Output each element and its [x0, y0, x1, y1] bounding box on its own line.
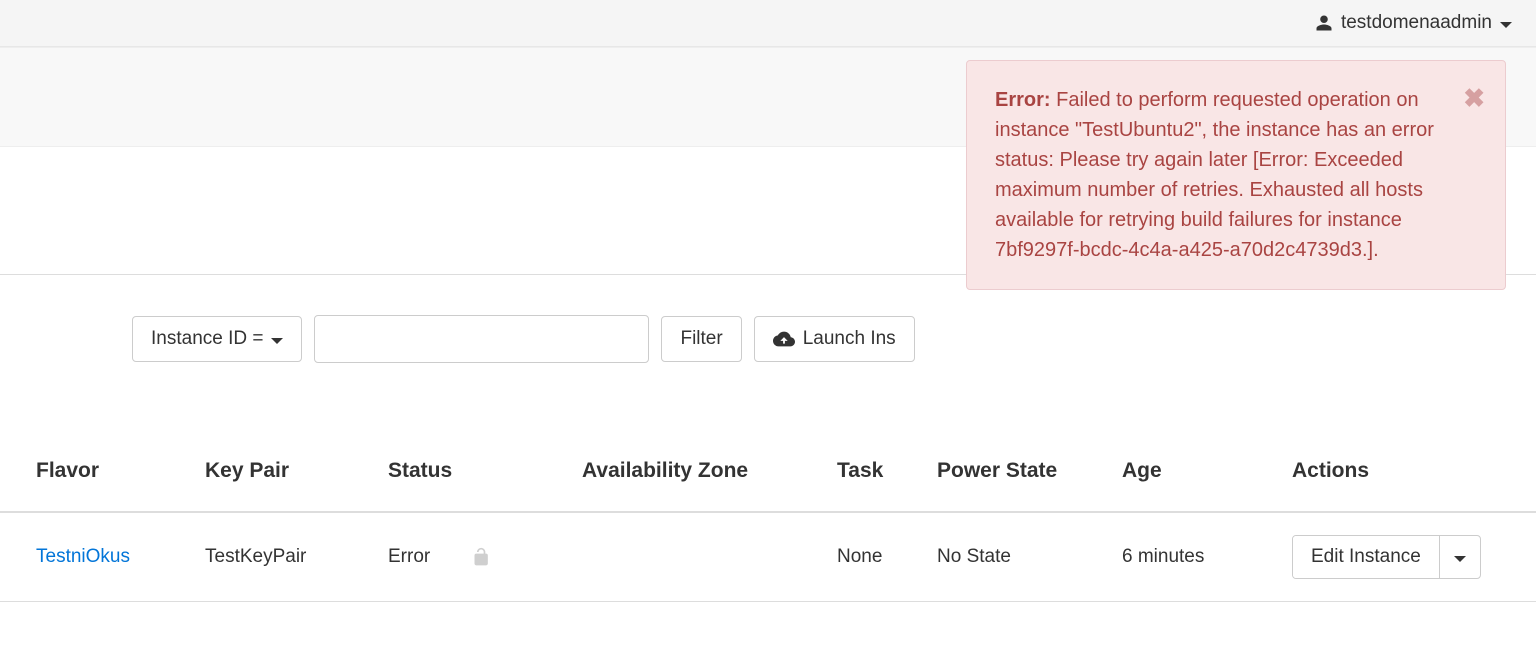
cell-status: Error	[388, 512, 582, 602]
top-header: testdomenaadmin	[0, 0, 1536, 47]
chevron-down-icon	[1500, 22, 1512, 28]
user-icon	[1315, 14, 1333, 32]
filter-button-label: Filter	[680, 328, 722, 350]
row-actions-dropdown[interactable]	[1439, 536, 1480, 578]
col-age[interactable]: Age	[1122, 459, 1292, 512]
edit-instance-button[interactable]: Edit Instance	[1293, 536, 1439, 578]
filter-button[interactable]: Filter	[661, 316, 741, 362]
launch-button-label: Launch Ins	[803, 328, 896, 350]
col-az[interactable]: Availability Zone	[582, 459, 837, 512]
alert-label: Error:	[995, 89, 1051, 111]
alert-message: Failed to perform requested operation on…	[995, 89, 1434, 261]
edit-instance-label: Edit Instance	[1311, 546, 1421, 568]
launch-instance-button[interactable]: Launch Ins	[754, 316, 915, 362]
instances-table-wrap: Flavor Key Pair Status Availability Zone…	[0, 459, 1536, 602]
cell-power: No State	[937, 512, 1122, 602]
unlock-icon	[472, 547, 492, 567]
col-keypair[interactable]: Key Pair	[205, 459, 388, 512]
col-flavor[interactable]: Flavor	[0, 459, 205, 512]
table-row: TestniOkus TestKeyPair Error None No Sta…	[0, 512, 1536, 602]
filter-field-label: Instance ID =	[151, 328, 263, 350]
username-label: testdomenaadmin	[1341, 12, 1492, 34]
chevron-down-icon	[1454, 556, 1466, 562]
user-menu[interactable]: testdomenaadmin	[1315, 12, 1512, 34]
cell-age: 6 minutes	[1122, 512, 1292, 602]
cell-az	[582, 512, 837, 602]
instances-table: Flavor Key Pair Status Availability Zone…	[0, 459, 1536, 602]
cell-task: None	[837, 512, 937, 602]
close-icon[interactable]: ✖	[1463, 79, 1485, 118]
error-alert: ✖ Error: Failed to perform requested ope…	[966, 60, 1506, 290]
cell-keypair: TestKeyPair	[205, 512, 388, 602]
table-header-row: Flavor Key Pair Status Availability Zone…	[0, 459, 1536, 512]
filter-value-input[interactable]	[314, 315, 649, 363]
col-actions: Actions	[1292, 459, 1536, 512]
cloud-upload-icon	[773, 330, 795, 348]
flavor-link[interactable]: TestniOkus	[36, 546, 130, 567]
col-task[interactable]: Task	[837, 459, 937, 512]
col-status[interactable]: Status	[388, 459, 582, 512]
cell-actions: Edit Instance	[1292, 512, 1536, 602]
row-actions-group: Edit Instance	[1292, 535, 1481, 579]
filter-field-dropdown[interactable]: Instance ID =	[132, 316, 302, 362]
col-power[interactable]: Power State	[937, 459, 1122, 512]
status-text: Error	[388, 546, 430, 567]
chevron-down-icon	[271, 338, 283, 344]
